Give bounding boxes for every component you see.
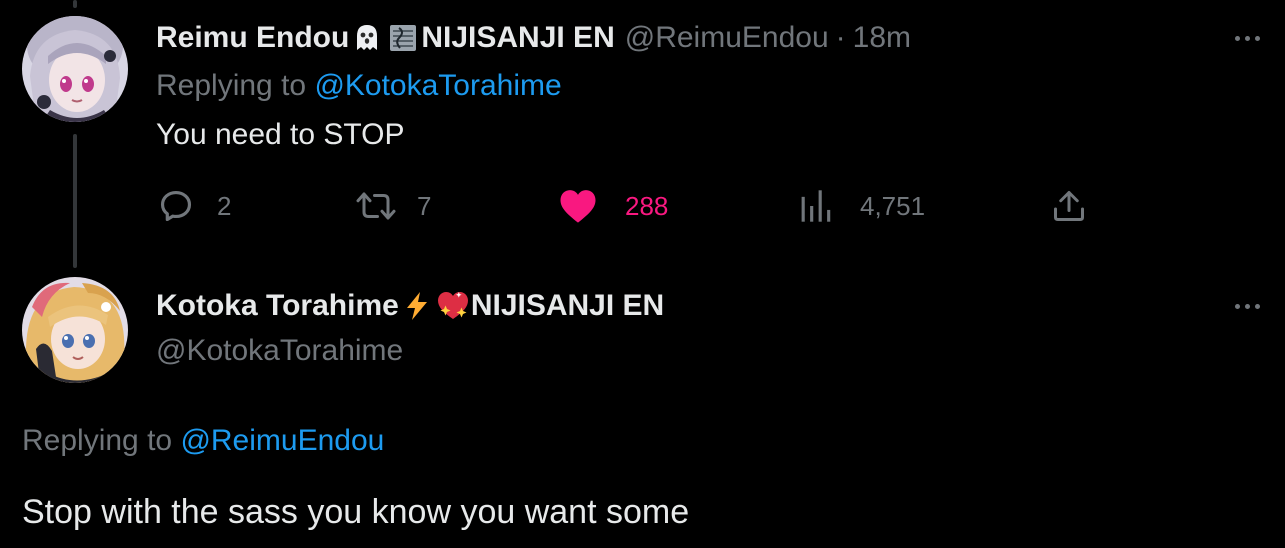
mention-link[interactable]: @ReimuEndou: [180, 424, 384, 457]
avatar-reimu[interactable]: [22, 16, 128, 122]
reply-name-row: Reimu Endou NIJISANJI EN @ReimuEndou · 1…: [156, 20, 911, 56]
view-count: 4,751: [860, 190, 926, 221]
display-name[interactable]: Kotoka Torahime: [156, 288, 399, 324]
org-name[interactable]: NIJISANJI EN: [421, 20, 614, 56]
user-handle[interactable]: @KotokaTorahime: [156, 333, 403, 369]
main-name-row: Kotoka Torahime NIJISANJI EN: [156, 288, 664, 324]
retweet-count: 7: [417, 190, 432, 221]
more-options-icon[interactable]: [1227, 28, 1267, 48]
share-button[interactable]: [1051, 186, 1087, 226]
share-icon: [1054, 191, 1084, 221]
music-score-icon: [386, 21, 420, 55]
replying-prefix: Replying to: [156, 69, 315, 102]
views-chart-icon: [801, 190, 831, 222]
reply-icon: [160, 190, 192, 222]
thread-line-top: [73, 0, 77, 8]
like-count: 288: [625, 190, 669, 221]
replying-prefix: Replying to: [22, 424, 181, 457]
retweet-button[interactable]: 7: [355, 186, 431, 226]
timestamp[interactable]: 18m: [853, 20, 911, 56]
replying-to: Replying to @ReimuEndou: [22, 423, 384, 459]
separator: ·: [835, 21, 846, 54]
replying-to: Replying to @KotokaTorahime: [156, 68, 562, 104]
display-name[interactable]: Reimu Endou: [156, 20, 349, 56]
tweet-text: You need to STOP: [156, 118, 405, 151]
more-options-icon[interactable]: [1227, 296, 1267, 316]
reply-count: 2: [217, 190, 232, 221]
ghost-icon: [350, 21, 384, 55]
thread-line: [73, 134, 77, 268]
retweet-icon: [356, 192, 396, 220]
main-tweet-text: Stop with the sass you know you want som…: [22, 493, 690, 531]
mention-link[interactable]: @KotokaTorahime: [314, 69, 561, 102]
avatar-kotoka[interactable]: [22, 277, 128, 383]
heart-filled-icon: [560, 190, 596, 223]
like-button[interactable]: 288: [558, 186, 668, 226]
tweet-thread: Reimu Endou NIJISANJI EN @ReimuEndou · 1…: [0, 0, 1285, 548]
views-button[interactable]: 4,751: [800, 186, 925, 226]
user-handle[interactable]: @ReimuEndou: [625, 20, 829, 56]
lightning-icon: [400, 289, 434, 323]
sparkling-heart-icon: [436, 289, 470, 323]
org-name[interactable]: NIJISANJI EN: [471, 288, 664, 324]
reply-button[interactable]: 2: [157, 186, 231, 226]
